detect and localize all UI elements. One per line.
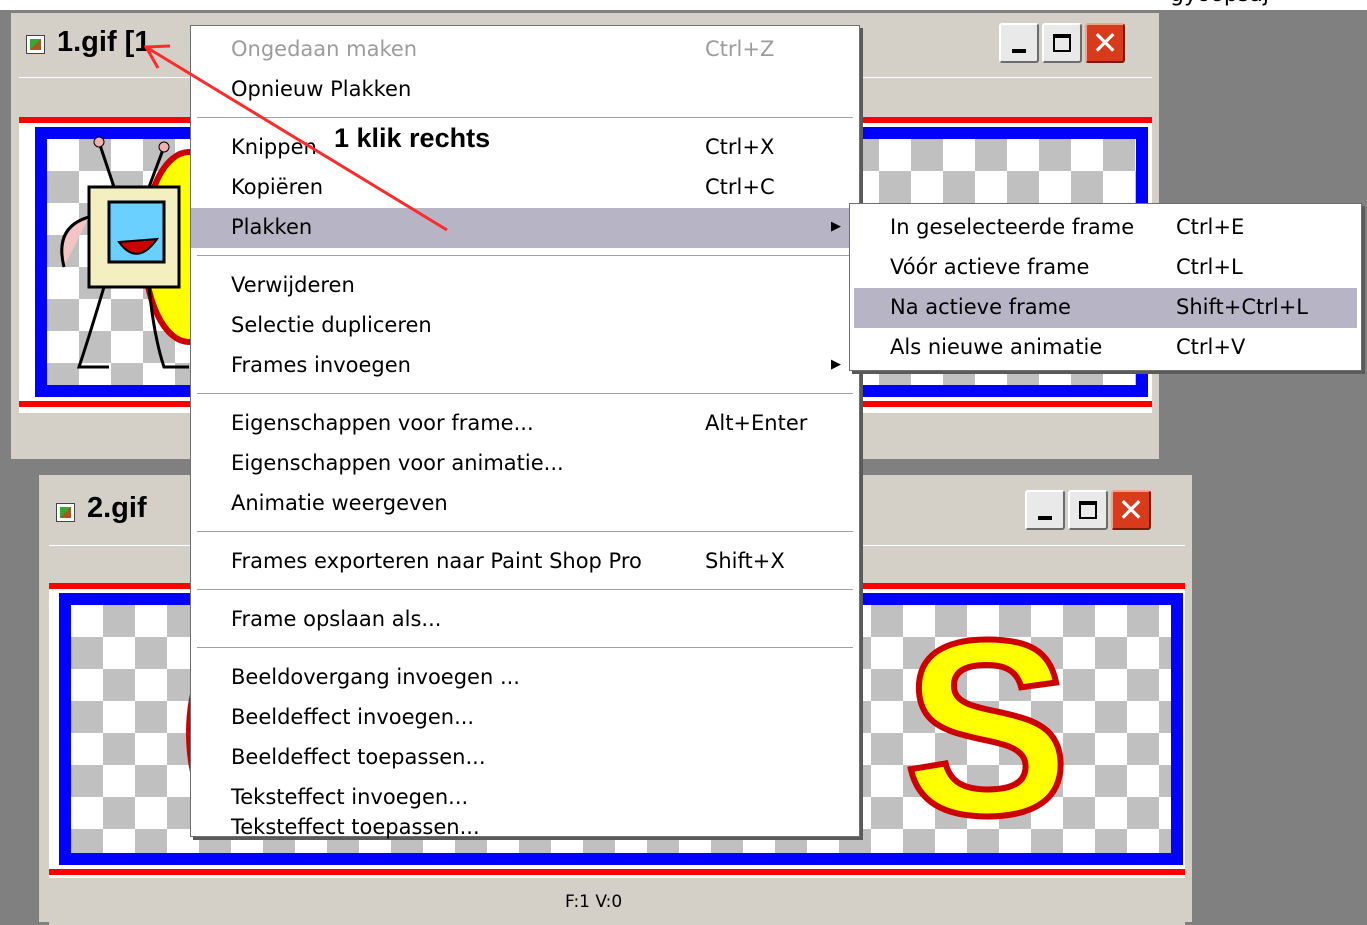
menu-item-label: Eigenschappen voor frame... — [231, 411, 534, 435]
menu-item-shortcut: Ctrl+C — [705, 175, 775, 199]
close-button[interactable]: ✕ — [1085, 23, 1125, 63]
context-menu: Ongedaan maken Ctrl+Z Opnieuw Plakken Kni… — [190, 25, 860, 839]
menu-item-label: Teksteffect invoegen... — [231, 785, 469, 809]
menu-item-label: Animatie weergeven — [231, 491, 448, 515]
window-2-title: 2.gif — [87, 492, 147, 524]
menu-separator — [197, 393, 853, 395]
top-strip: gyoopsaj — [0, 0, 1367, 10]
gif-file-icon — [56, 503, 75, 522]
red-line-bottom — [49, 869, 1185, 875]
menu-item-label: Vóór actieve frame — [890, 255, 1090, 279]
menu-item-label: Na actieve frame — [890, 295, 1071, 319]
menu-item-shortcut: Ctrl+X — [705, 135, 775, 159]
top-strip-text: gyoopsaj — [1170, 0, 1269, 7]
menu-item-label: Plakken — [231, 215, 313, 239]
maximize-button[interactable] — [1068, 490, 1108, 530]
maximize-icon — [1053, 34, 1071, 52]
menu-item-knippen[interactable]: Knippen Ctrl+X — [191, 128, 859, 168]
submenu-item-voor-actieve-frame[interactable]: Vóór actieve frame Ctrl+L — [850, 248, 1361, 288]
menu-item-ongedaan-maken[interactable]: Ongedaan maken Ctrl+Z — [191, 30, 859, 70]
menu-item-label: Verwijderen — [231, 273, 355, 297]
menu-item-shortcut: Alt+Enter — [705, 411, 808, 435]
menu-separator — [197, 117, 853, 119]
minimize-button[interactable] — [1025, 490, 1065, 530]
minimize-icon — [1038, 516, 1052, 520]
menu-item-selectie-dupliceren[interactable]: Selectie dupliceren — [191, 306, 859, 346]
menu-item-eigenschappen-animatie[interactable]: Eigenschappen voor animatie... — [191, 444, 859, 484]
menu-item-shortcut: Shift+X — [705, 549, 785, 573]
menu-item-teksteffect-invoegen[interactable]: Teksteffect invoegen... — [191, 778, 859, 818]
menu-item-shortcut: Ctrl+Z — [705, 37, 775, 61]
letter-s-graphic: S — [901, 609, 1074, 839]
menu-item-label: Beeldeffect invoegen... — [231, 705, 475, 729]
annotation-text: 1 klik rechts — [334, 123, 491, 153]
submenu-item-als-nieuwe-animatie[interactable]: Als nieuwe animatie Ctrl+V — [850, 328, 1361, 368]
menu-item-frames-exporteren[interactable]: Frames exporteren naar Paint Shop Pro Shi… — [191, 542, 859, 582]
menu-item-animatie-weergeven[interactable]: Animatie weergeven — [191, 484, 859, 524]
minimize-button[interactable] — [999, 23, 1039, 63]
paste-submenu: In geselecteerde frame Ctrl+E Vóór actiev… — [849, 203, 1362, 371]
submenu-item-na-actieve-frame[interactable]: Na actieve frame Shift+Ctrl+L — [854, 288, 1357, 328]
window-2-statusbar: F:1 V:0 — [49, 877, 1185, 925]
menu-item-shortcut: Ctrl+V — [1176, 335, 1246, 359]
menu-item-frame-opslaan-als[interactable]: Frame opslaan als... — [191, 600, 859, 640]
menu-item-label: Ongedaan maken — [231, 37, 418, 61]
menu-item-label: Als nieuwe animatie — [890, 335, 1103, 359]
close-icon: ✕ — [1091, 24, 1119, 62]
submenu-item-in-geselecteerde-frame[interactable]: In geselecteerde frame Ctrl+E — [850, 208, 1361, 248]
submenu-arrow-icon: ▶ — [831, 219, 841, 234]
menu-item-verwijderen[interactable]: Verwijderen — [191, 266, 859, 306]
menu-item-label: Selectie dupliceren — [231, 313, 432, 337]
menu-separator — [197, 589, 853, 591]
svg-text:S: S — [904, 609, 1071, 839]
menu-item-plakken[interactable]: Plakken ▶ — [191, 208, 859, 248]
menu-separator — [197, 255, 853, 257]
menu-item-kopieren[interactable]: Kopiëren Ctrl+C — [191, 168, 859, 208]
menu-item-label: Knippen — [231, 135, 317, 159]
close-icon: ✕ — [1117, 491, 1145, 529]
menu-item-label: Kopiëren — [231, 175, 324, 199]
menu-separator — [197, 531, 853, 533]
menu-item-shortcut: Ctrl+L — [1176, 255, 1243, 279]
menu-item-beeldovergang-invoegen[interactable]: Beeldovergang invoegen ... — [191, 658, 859, 698]
menu-item-shortcut: Ctrl+E — [1176, 215, 1245, 239]
menu-item-shortcut: Shift+Ctrl+L — [1176, 295, 1308, 319]
menu-item-label: Frames invoegen — [231, 353, 411, 377]
menu-item-frames-invoegen[interactable]: Frames invoegen ▶ — [191, 346, 859, 386]
gif-file-icon — [26, 35, 45, 54]
menu-item-beeldeffect-toepassen[interactable]: Beeldeffect toepassen... — [191, 738, 859, 778]
menu-item-beeldeffect-invoegen[interactable]: Beeldeffect invoegen... — [191, 698, 859, 738]
menu-item-opnieuw-plakken[interactable]: Opnieuw Plakken — [191, 70, 859, 110]
menu-item-label: Eigenschappen voor animatie... — [231, 451, 564, 475]
minimize-icon — [1012, 49, 1026, 53]
maximize-icon — [1079, 501, 1097, 519]
maximize-button[interactable] — [1042, 23, 1082, 63]
menu-item-eigenschappen-frame[interactable]: Eigenschappen voor frame... Alt+Enter — [191, 404, 859, 444]
menu-item-label: Frame opslaan als... — [231, 607, 442, 631]
menu-item-label: Beeldeffect toepassen... — [231, 745, 486, 769]
menu-separator — [197, 647, 853, 649]
submenu-arrow-icon: ▶ — [831, 357, 841, 372]
menu-item-label: Beeldovergang invoegen ... — [231, 665, 520, 689]
menu-item-label: Opnieuw Plakken — [231, 77, 412, 101]
close-button[interactable]: ✕ — [1111, 490, 1151, 530]
menu-item-teksteffect-toepassen[interactable]: Teksteffect toepassen... — [191, 815, 859, 839]
frame-status: F:1 V:0 — [565, 892, 623, 912]
window-1-title: 1.gif [1 — [57, 26, 151, 58]
menu-item-label: In geselecteerde frame — [890, 215, 1135, 239]
menu-item-label: Frames exporteren naar Paint Shop Pro — [231, 549, 642, 573]
menu-item-label: Teksteffect toepassen... — [231, 815, 480, 839]
